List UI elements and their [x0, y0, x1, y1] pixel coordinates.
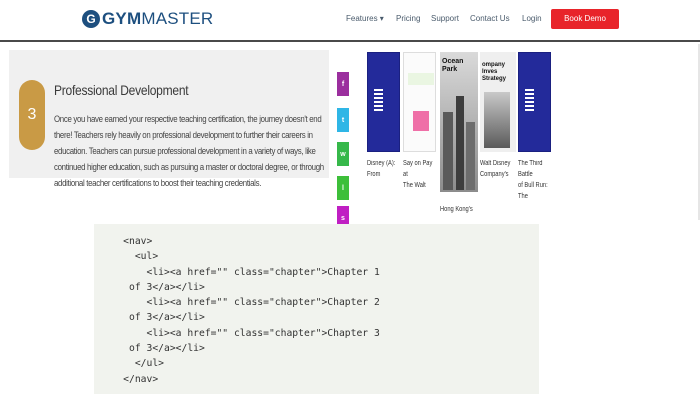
line-icon[interactable]: l	[337, 176, 349, 200]
gymmaster-logo[interactable]: G GYMMASTER	[82, 9, 213, 29]
code-line: </ul>	[94, 358, 164, 370]
nav-pricing[interactable]: Pricing	[396, 14, 420, 24]
book-caption-2[interactable]: Say on Pay at The Walt	[403, 158, 436, 191]
code-line: </nav>	[94, 373, 159, 385]
code-line: <ul>	[94, 251, 159, 263]
nav-contact-us[interactable]: Contact Us	[470, 14, 510, 24]
twitter-icon[interactable]: t	[337, 108, 349, 132]
whatsapp-icon[interactable]: w	[337, 142, 349, 166]
book-caption-4[interactable]: Walt Disney Company's	[480, 158, 513, 180]
card-body-text: Once you have earned your respective tea…	[54, 114, 324, 189]
logo-master-text: MASTER	[141, 9, 214, 28]
code-line: <li><a href="" class="chapter">Chapter 2	[94, 297, 380, 309]
book-cover-3[interactable]: Ocean Park	[440, 52, 478, 192]
code-line: <li><a href="" class="chapter">Chapter 3	[94, 327, 380, 339]
code-line: of 3</a></li>	[94, 343, 205, 355]
step-number-badge: 3	[19, 80, 45, 150]
card-title: Professional Development	[54, 82, 189, 98]
nav-support[interactable]: Support	[431, 14, 459, 24]
book-demo-button[interactable]: Book Demo	[551, 9, 619, 29]
gymmaster-logo-mark-icon: G	[82, 10, 100, 28]
book-cover-5[interactable]	[518, 52, 551, 152]
code-snippet: <nav> <ul> <li><a href="" class="chapter…	[94, 224, 539, 394]
nav-login[interactable]: Login	[522, 14, 542, 24]
code-line: <nav>	[94, 236, 153, 247]
book-caption-5[interactable]: The Third Battle of Bull Run: The	[518, 158, 551, 202]
book-caption-1[interactable]: Disney (A): From	[367, 158, 400, 180]
code-line: of 3</a></li>	[94, 312, 205, 324]
book-cover-1[interactable]	[367, 52, 400, 152]
logo-gym-text: GYM	[102, 9, 142, 28]
book-cover-4[interactable]: ompany Inves Strategy	[480, 52, 516, 152]
book-cover-2[interactable]	[403, 52, 436, 152]
code-line: of 3</a></li>	[94, 281, 205, 293]
related-cases-panel: Ocean Park ompany Inves Strategy Disney (…	[352, 44, 700, 220]
site-header: G GYMMASTER Features ▾ Pricing Support C…	[0, 0, 700, 42]
book-caption-3[interactable]: Hong Kong's	[440, 204, 473, 215]
code-line: <li><a href="" class="chapter">Chapter 1	[94, 266, 380, 278]
facebook-icon[interactable]: f	[337, 72, 349, 96]
nav-features[interactable]: Features ▾	[346, 14, 384, 24]
